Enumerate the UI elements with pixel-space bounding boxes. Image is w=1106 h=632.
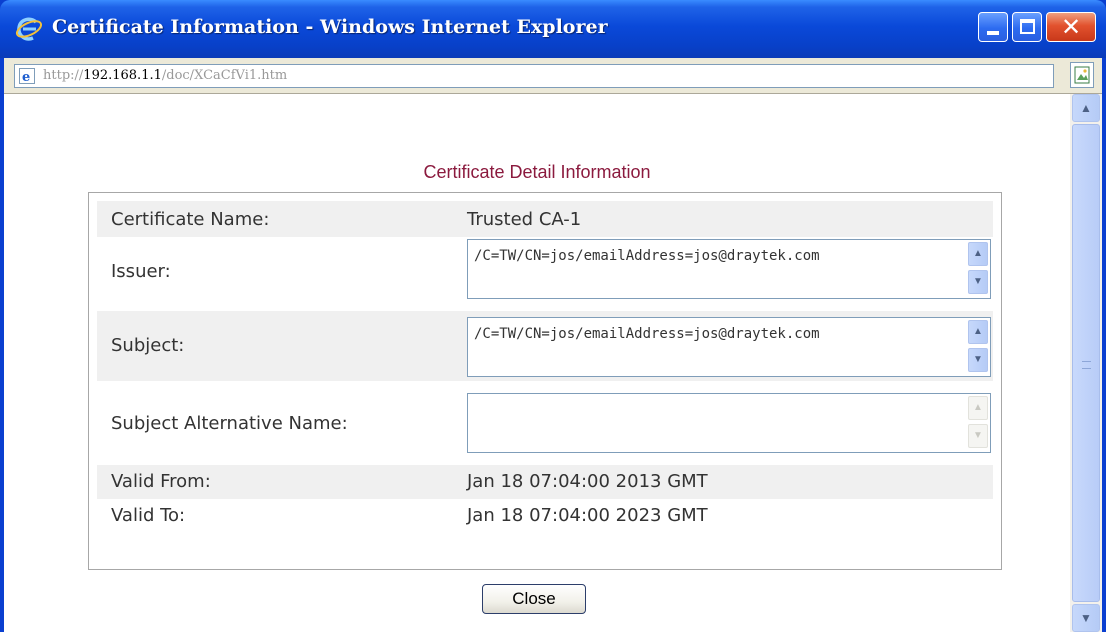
row-valid-to: Valid To: Jan 18 07:04:00 2023 GMT: [97, 499, 993, 533]
close-window-button[interactable]: ✕: [1046, 12, 1096, 42]
minimize-button[interactable]: [978, 12, 1008, 42]
page-scrollbar[interactable]: ▲ ▼: [1070, 94, 1102, 632]
certificate-detail-panel: Certificate Name: Trusted CA-1 Issuer: /…: [88, 192, 1002, 570]
valid-to-value: Jan 18 07:04:00 2023 GMT: [467, 505, 708, 526]
subject-scrollbar[interactable]: ▲ ▼: [968, 320, 988, 374]
address-field[interactable]: e http://192.168.1.1/doc/XCaCfVi1.htm: [14, 64, 1054, 88]
internet-explorer-icon: [15, 17, 43, 41]
row-valid-from: Valid From: Jan 18 07:04:00 2013 GMT: [97, 465, 993, 499]
page-image-glyph: [1074, 66, 1090, 84]
row-certificate-name: Certificate Name: Trusted CA-1: [97, 201, 993, 237]
page-image-icon[interactable]: [1070, 62, 1094, 88]
page-title: Certificate Detail Information: [423, 162, 651, 182]
url-path: /doc/XCaCfVi1.htm: [161, 68, 288, 83]
scroll-up-icon[interactable]: ▲: [1072, 94, 1100, 122]
scroll-down-icon: ▼: [968, 424, 988, 448]
row-issuer: Issuer: /C=TW/CN=jos/emailAddress=jos@dr…: [97, 239, 993, 303]
issuer-label: Issuer:: [111, 261, 171, 282]
close-icon: ✕: [1060, 13, 1082, 41]
maximize-button[interactable]: [1012, 12, 1042, 42]
row-subject: Subject: /C=TW/CN=jos/emailAddress=jos@d…: [97, 311, 993, 381]
close-button[interactable]: Close: [482, 584, 586, 614]
page-content: Certificate Detail Information Certifica…: [4, 94, 1070, 632]
window-title: Certificate Information - Windows Intern…: [52, 16, 608, 38]
issuer-scrollbar[interactable]: ▲ ▼: [968, 242, 988, 296]
subject-textarea[interactable]: /C=TW/CN=jos/emailAddress=jos@draytek.co…: [467, 317, 991, 377]
subject-alt-name-label: Subject Alternative Name:: [111, 413, 348, 434]
scrollbar-thumb[interactable]: [1072, 124, 1100, 602]
title-bar[interactable]: Certificate Information - Windows Intern…: [0, 0, 1106, 58]
certificate-name-label: Certificate Name:: [111, 209, 270, 230]
svg-text:e: e: [22, 70, 30, 84]
subject-value: /C=TW/CN=jos/emailAddress=jos@draytek.co…: [474, 326, 820, 342]
url-host: 192.168.1.1: [83, 68, 162, 83]
scroll-down-icon[interactable]: ▼: [968, 348, 988, 372]
issuer-value: /C=TW/CN=jos/emailAddress=jos@draytek.co…: [474, 248, 820, 264]
scroll-up-icon[interactable]: ▲: [968, 242, 988, 266]
valid-from-label: Valid From:: [111, 471, 211, 492]
row-subject-alt-name: Subject Alternative Name: ▲ ▼: [97, 389, 993, 459]
scroll-up-icon: ▲: [968, 396, 988, 420]
valid-from-value: Jan 18 07:04:00 2013 GMT: [467, 471, 708, 492]
subject-alt-name-textarea[interactable]: ▲ ▼: [467, 393, 991, 453]
grip-icon: [1082, 361, 1091, 369]
issuer-textarea[interactable]: /C=TW/CN=jos/emailAddress=jos@draytek.co…: [467, 239, 991, 299]
subject-label: Subject:: [111, 335, 185, 356]
minimize-icon: [987, 31, 999, 35]
scroll-down-icon[interactable]: ▼: [1072, 604, 1100, 632]
scroll-up-icon[interactable]: ▲: [968, 320, 988, 344]
internet-explorer-page-icon: e: [19, 68, 35, 84]
subject-alt-name-scrollbar: ▲ ▼: [968, 396, 988, 450]
maximize-icon: [1020, 19, 1035, 34]
scroll-down-icon[interactable]: ▼: [968, 270, 988, 294]
url-text: http://192.168.1.1/doc/XCaCfVi1.htm: [43, 68, 287, 83]
address-bar: e http://192.168.1.1/doc/XCaCfVi1.htm: [4, 58, 1102, 94]
browser-window: Certificate Information - Windows Intern…: [0, 0, 1106, 632]
valid-to-label: Valid To:: [111, 505, 186, 526]
certificate-name-value: Trusted CA-1: [467, 209, 582, 230]
url-prefix: http://: [43, 68, 84, 83]
